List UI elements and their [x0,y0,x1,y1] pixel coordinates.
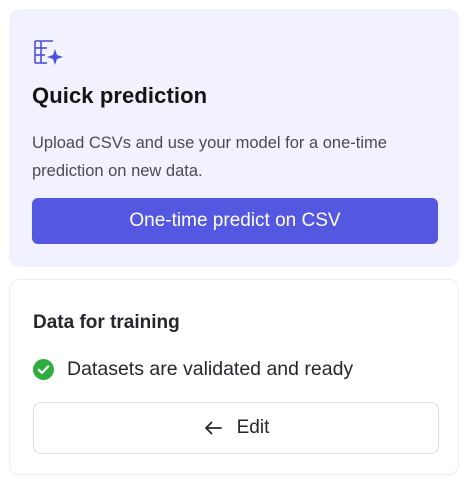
edit-button-label: Edit [236,417,270,438]
check-circle-icon [33,359,54,380]
arrow-left-icon [203,420,223,436]
data-for-training-card: Data for training Datasets are validated… [9,279,459,475]
data-for-training-title: Data for training [33,312,180,333]
dataset-status: Datasets are validated and ready [33,358,353,381]
quick-prediction-description: Upload CSVs and use your model for a one… [32,134,387,180]
one-time-predict-button[interactable]: One-time predict on CSV [32,198,438,244]
edit-button[interactable]: Edit [33,402,439,454]
dataset-status-text: Datasets are validated and ready [67,358,354,380]
table-sparkle-icon [33,39,67,67]
quick-prediction-title: Quick prediction [32,83,208,108]
quick-prediction-card: Quick prediction Upload CSVs and use you… [9,9,459,267]
